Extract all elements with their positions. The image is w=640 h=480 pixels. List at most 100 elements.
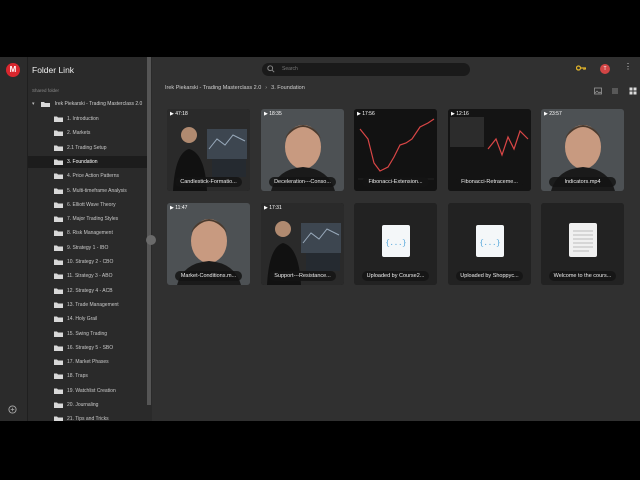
- sidebar-folder-item[interactable]: 6. Elliott Wave Theory: [28, 199, 150, 211]
- file-card[interactable]: ▶ 17:31 Support---Resistance...: [261, 203, 344, 285]
- folder-icon: [54, 331, 63, 337]
- top-bar: Search T ⋮: [154, 57, 640, 83]
- sidebar-folder-label: 2. Markets: [67, 130, 91, 137]
- sidebar-folder-item[interactable]: 7. Major Trading Styles: [28, 213, 150, 225]
- shared-folder-label: Shared folder: [32, 88, 60, 93]
- sidebar-folder-item[interactable]: 17. Market Phases: [28, 356, 150, 368]
- avatar[interactable]: T: [600, 64, 610, 74]
- file-name: Market-Conditions.m...: [175, 271, 242, 281]
- file-card[interactable]: ▶ 47:18 Candlestick-Formatio...: [167, 109, 250, 191]
- folder-icon: [54, 116, 63, 122]
- file-name: Fibonacci-Retraceme...: [456, 177, 523, 187]
- chevron-down-icon[interactable]: ▾: [32, 99, 40, 109]
- sidebar-folder-label: 11. Strategy 3 - ABO: [67, 273, 113, 280]
- sidebar-folder-item[interactable]: 12. Strategy 4 - ACB: [28, 285, 150, 297]
- sidebar-folder-label: 5. Multi-timeframe Analysis: [67, 187, 127, 194]
- file-name: Fibonacci-Extension...: [362, 177, 429, 187]
- sidebar-folder-item[interactable]: 5. Multi-timeframe Analysis: [28, 185, 150, 197]
- media-view-icon[interactable]: [594, 87, 602, 95]
- sidebar-resize-handle[interactable]: [146, 235, 156, 245]
- sidebar-folder-item[interactable]: 11. Strategy 3 - ABO: [28, 270, 150, 282]
- folder-icon: [54, 259, 63, 265]
- sidebar-folder-item[interactable]: 4. Price Action Patterns: [28, 170, 150, 182]
- breadcrumb-current: 3. Foundation: [271, 85, 305, 91]
- sidebar-folder-label: 16. Strategy 5 - SBO: [67, 344, 114, 351]
- sidebar-folder-item[interactable]: 14. Holy Grail: [28, 313, 150, 325]
- sidebar-folder-item[interactable]: 13. Trade Management: [28, 299, 150, 311]
- file-name: Uploaded by Shoppyc...: [456, 271, 523, 281]
- folder-icon: [54, 402, 63, 408]
- sidebar-folder-label: 13. Trade Management: [67, 301, 119, 308]
- sidebar-folder-label: 17. Market Phases: [67, 359, 109, 366]
- file-card[interactable]: {...} Uploaded by Shoppyc...: [448, 203, 531, 285]
- video-duration: ▶ 23:57: [544, 111, 562, 117]
- folder-tree-sidebar: Folder Link Shared folder ▾ Irek Piekars…: [28, 57, 152, 421]
- file-card[interactable]: ▶ 18:35 Deceleration---Conso...: [261, 109, 344, 191]
- svg-text:{...}: {...}: [479, 240, 500, 248]
- breadcrumb-root[interactable]: Irek Piekarski - Trading Masterclass 2.0: [165, 85, 261, 91]
- sidebar-folder-label: 2.1 Trading Setup: [67, 144, 107, 151]
- folder-icon: [41, 101, 51, 107]
- folder-icon: [54, 359, 63, 366]
- sidebar-folder-item[interactable]: 21. Tips and Tricks: [28, 413, 150, 421]
- folder-icon: [54, 130, 63, 137]
- sidebar-folder-label: 20. Journaling: [67, 402, 99, 408]
- sidebar-folder-label: 6. Elliott Wave Theory: [67, 201, 116, 208]
- tree-root-folder[interactable]: ▾ Irek Piekarski - Trading Masterclass 2…: [32, 99, 152, 109]
- grid-view-icon[interactable]: [629, 87, 637, 95]
- mega-logo[interactable]: M: [6, 63, 20, 77]
- sidebar-folder-item[interactable]: 3. Foundation: [28, 155, 150, 168]
- file-name: Support---Resistance...: [269, 271, 336, 281]
- sidebar-folder-label: 18. Traps: [67, 373, 88, 380]
- sidebar-folder-item[interactable]: 9. Strategy 1 - IBO: [28, 242, 150, 254]
- key-icon[interactable]: [576, 65, 586, 71]
- sidebar-scrollbar-thumb[interactable]: [147, 57, 151, 405]
- folder-link-title: Folder Link: [32, 65, 75, 75]
- list-view-icon[interactable]: [611, 87, 619, 95]
- file-card[interactable]: ▶ 17:56 Fibonacci-Extension...: [354, 109, 437, 191]
- sidebar-folder-item[interactable]: 15. Swing Trading: [28, 328, 150, 340]
- folder-icon: [54, 159, 63, 165]
- view-toggles: [594, 82, 637, 95]
- sidebar-folder-label: 4. Price Action Patterns: [67, 173, 119, 180]
- sidebar-folder-item[interactable]: 8. Risk Management: [28, 227, 150, 239]
- search-placeholder: Search: [282, 66, 298, 72]
- file-card[interactable]: ▶ 12:16 Fibonacci-Retraceme...: [448, 109, 531, 191]
- sidebar-folder-item[interactable]: 16. Strategy 5 - SBO: [28, 342, 150, 354]
- sidebar-folder-item[interactable]: 2. Markets: [28, 127, 150, 139]
- file-card[interactable]: ▶ 11:47 Market-Conditions.m...: [167, 203, 250, 285]
- sidebar-folder-item[interactable]: 1. Introduction: [28, 113, 150, 125]
- more-menu-icon[interactable]: ⋮: [624, 63, 632, 71]
- tree-root-label: Irek Piekarski - Trading Masterclass 2.0: [54, 101, 143, 107]
- folder-icon: [54, 316, 63, 323]
- video-duration: ▶ 47:18: [170, 111, 188, 117]
- video-duration: ▶ 17:56: [357, 111, 375, 117]
- breadcrumb-separator: ›: [265, 85, 268, 91]
- svg-text:{...}: {...}: [385, 240, 406, 248]
- sidebar-folder-label: 15. Swing Trading: [67, 330, 108, 337]
- sidebar-folder-label: 14. Holy Grail: [67, 316, 98, 323]
- folder-icon: [54, 416, 63, 421]
- sidebar-folder-label: 9. Strategy 1 - IBO: [67, 244, 109, 251]
- sidebar-folder-item[interactable]: 10. Strategy 2 - CBO: [28, 256, 150, 268]
- search-input[interactable]: Search: [262, 63, 470, 76]
- transfers-icon[interactable]: [8, 405, 17, 414]
- folder-icon: [54, 145, 63, 151]
- folder-icon: [54, 273, 63, 280]
- file-card[interactable]: ▶ 23:57 Indicators.mp4: [541, 109, 624, 191]
- sidebar-folder-item[interactable]: 18. Traps: [28, 370, 150, 382]
- folder-icon: [54, 302, 63, 308]
- sidebar-folder-label: 3. Foundation: [67, 158, 98, 165]
- folder-icon: [54, 202, 63, 208]
- file-name: Deceleration---Conso...: [269, 177, 336, 187]
- file-card[interactable]: {...} Uploaded by Course2...: [354, 203, 437, 285]
- sidebar-folder-item[interactable]: 2.1 Trading Setup: [28, 142, 150, 154]
- folder-icon: [54, 345, 63, 351]
- sidebar-folder-item[interactable]: 19. Watchlist Creation: [28, 385, 150, 397]
- file-name: Candlestick-Formatio...: [175, 177, 242, 187]
- file-card[interactable]: Welcome to the cours...: [541, 203, 624, 285]
- sidebar-folder-item[interactable]: 20. Journaling: [28, 399, 150, 411]
- sidebar-folder-label: 7. Major Trading Styles: [67, 216, 119, 223]
- file-name: Indicators.mp4: [549, 177, 616, 187]
- breadcrumb: Irek Piekarski - Trading Masterclass 2.0…: [165, 83, 305, 93]
